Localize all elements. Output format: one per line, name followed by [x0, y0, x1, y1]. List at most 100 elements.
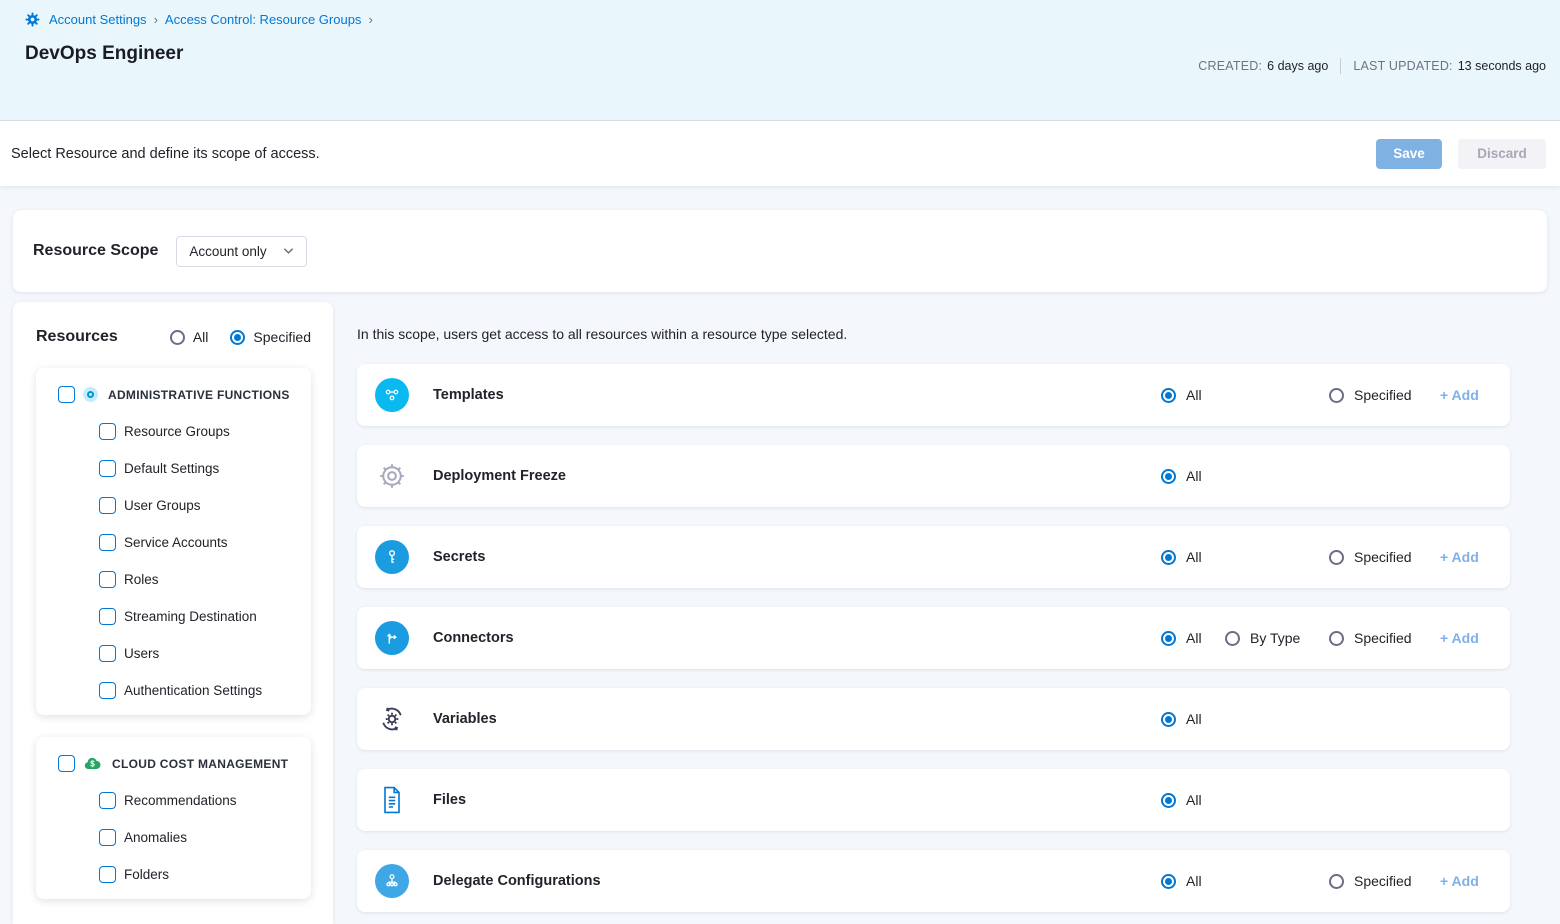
- radio-option-specified[interactable]: Specified: [1329, 630, 1412, 646]
- page: Account Settings › Access Control: Resou…: [0, 0, 1560, 924]
- item-label: Service Accounts: [124, 535, 228, 550]
- last-updated-value: 13 seconds ago: [1458, 59, 1546, 73]
- resource-type-row-secrets: Secrets AllSpecified+ Add: [357, 526, 1510, 588]
- checkbox[interactable]: [99, 829, 116, 846]
- resource-type-row-delegate-configurations: Delegate Configurations AllSpecified+ Ad…: [357, 850, 1510, 912]
- radio-option-all[interactable]: All: [1161, 792, 1202, 808]
- radio-option-specified[interactable]: Specified: [1329, 387, 1412, 403]
- checkbox[interactable]: [99, 866, 116, 883]
- radio-icon[interactable]: [170, 330, 185, 345]
- radio-icon[interactable]: [1329, 874, 1344, 889]
- breadcrumb-link-account-settings[interactable]: Account Settings: [49, 12, 147, 27]
- admin-functions-icon: [83, 387, 98, 402]
- radio-option-specified[interactable]: Specified: [230, 329, 311, 345]
- resource-tree-item-anomalies[interactable]: Anomalies: [36, 819, 311, 856]
- breadcrumb: Account Settings › Access Control: Resou…: [25, 12, 1546, 27]
- resource-tree-item-users[interactable]: Users: [36, 635, 311, 672]
- radio-label: All: [1186, 630, 1202, 646]
- radio-label: By Type: [1250, 630, 1300, 646]
- radio-icon[interactable]: [1329, 550, 1344, 565]
- radio-icon[interactable]: [1161, 631, 1176, 646]
- checkbox[interactable]: [99, 682, 116, 699]
- resources-sidebar: Resources All Specified: [13, 302, 333, 924]
- checkbox[interactable]: [99, 608, 116, 625]
- last-updated-label: LAST UPDATED:: [1353, 59, 1452, 73]
- radio-icon[interactable]: [1161, 388, 1176, 403]
- radio-icon[interactable]: [230, 330, 245, 345]
- item-label: Default Settings: [124, 461, 219, 476]
- radio-icon[interactable]: [1161, 874, 1176, 889]
- radio-option-all[interactable]: All: [1161, 549, 1202, 565]
- checkbox[interactable]: [99, 792, 116, 809]
- group-items: Recommendations Anomalies Folders: [36, 782, 311, 893]
- add-link[interactable]: + Add: [1440, 549, 1479, 565]
- radio-label: All: [1186, 873, 1202, 889]
- cloud-cost-icon: $: [83, 756, 102, 771]
- radio-option-specified[interactable]: Specified: [1329, 549, 1412, 565]
- item-label: Anomalies: [124, 830, 187, 845]
- resource-type-row-variables: Variables All: [357, 688, 1510, 750]
- resource-tree-item-streaming-destination[interactable]: Streaming Destination: [36, 598, 311, 635]
- radio-icon[interactable]: [1161, 793, 1176, 808]
- add-link[interactable]: + Add: [1440, 387, 1479, 403]
- group-icon-host: [83, 387, 98, 402]
- radio-option-all[interactable]: All: [1161, 630, 1202, 646]
- chevron-down-icon: [283, 247, 294, 255]
- radio-icon[interactable]: [1161, 712, 1176, 727]
- radio-icon[interactable]: [1329, 388, 1344, 403]
- resources-mode-radios: All Specified: [170, 329, 311, 345]
- radio-option-all[interactable]: All: [170, 329, 209, 345]
- radio-icon[interactable]: [1161, 550, 1176, 565]
- radio-label: Specified: [1354, 387, 1412, 403]
- resource-tree-item-authentication-settings[interactable]: Authentication Settings: [36, 672, 311, 709]
- created-value: 6 days ago: [1267, 59, 1328, 73]
- row-controls: All By Type Specified + Add: [357, 607, 1510, 669]
- breadcrumb-link-resource-groups[interactable]: Access Control: Resource Groups: [165, 12, 362, 27]
- radio-icon[interactable]: [1161, 469, 1176, 484]
- resource-tree-item-default-settings[interactable]: Default Settings: [36, 450, 311, 487]
- save-button[interactable]: Save: [1376, 139, 1442, 169]
- resource-tree-item-folders[interactable]: Folders: [36, 856, 311, 893]
- discard-button[interactable]: Discard: [1458, 139, 1546, 169]
- checkbox[interactable]: [99, 423, 116, 440]
- radio-icon[interactable]: [1225, 631, 1240, 646]
- meta-divider: [1340, 58, 1341, 74]
- radio-option-by-type[interactable]: By Type: [1225, 630, 1300, 646]
- checkbox[interactable]: [99, 534, 116, 551]
- checkbox[interactable]: [99, 497, 116, 514]
- resource-tree-item-recommendations[interactable]: Recommendations: [36, 782, 311, 819]
- radio-option-all[interactable]: All: [1161, 387, 1202, 403]
- radio-label: Specified: [1354, 549, 1412, 565]
- resource-tree-item-resource-groups[interactable]: Resource Groups: [36, 413, 311, 450]
- resource-scope-card: Resource Scope Account only: [13, 210, 1547, 292]
- radio-option-specified[interactable]: Specified: [1329, 873, 1412, 889]
- radio-option-all[interactable]: All: [1161, 711, 1202, 727]
- group-label: CLOUD COST MANAGEMENT: [112, 757, 288, 771]
- add-link[interactable]: + Add: [1440, 873, 1479, 889]
- resource-type-row-templates: Templates AllSpecified+ Add: [357, 364, 1510, 426]
- resource-scope-dropdown[interactable]: Account only: [176, 236, 306, 267]
- resource-tree-item-service-accounts[interactable]: Service Accounts: [36, 524, 311, 561]
- radio-label: All: [193, 329, 209, 345]
- resource-group-header: $ CLOUD COST MANAGEMENT: [36, 755, 311, 772]
- resource-tree-item-roles[interactable]: Roles: [36, 561, 311, 598]
- checkbox[interactable]: [58, 386, 75, 403]
- item-label: Streaming Destination: [124, 609, 257, 624]
- checkbox[interactable]: [99, 571, 116, 588]
- checkbox[interactable]: [58, 755, 75, 772]
- add-link[interactable]: + Add: [1440, 630, 1479, 646]
- row-controls: All Specified + Add: [357, 526, 1510, 588]
- radio-option-all[interactable]: All: [1161, 873, 1202, 889]
- scope-description: In this scope, users get access to all r…: [357, 326, 1510, 342]
- row-controls: All Specified + Add: [357, 364, 1510, 426]
- resources-title: Resources: [36, 328, 118, 346]
- radio-icon[interactable]: [1329, 631, 1344, 646]
- radio-option-all[interactable]: All: [1161, 468, 1202, 484]
- row-controls: All: [357, 445, 1510, 507]
- resource-rows: Templates AllSpecified+ Add Deployment F…: [357, 364, 1510, 912]
- group-items: Resource Groups Default Settings User Gr…: [36, 413, 311, 709]
- checkbox[interactable]: [99, 645, 116, 662]
- row-controls: All: [357, 769, 1510, 831]
- resource-tree-item-user-groups[interactable]: User Groups: [36, 487, 311, 524]
- checkbox[interactable]: [99, 460, 116, 477]
